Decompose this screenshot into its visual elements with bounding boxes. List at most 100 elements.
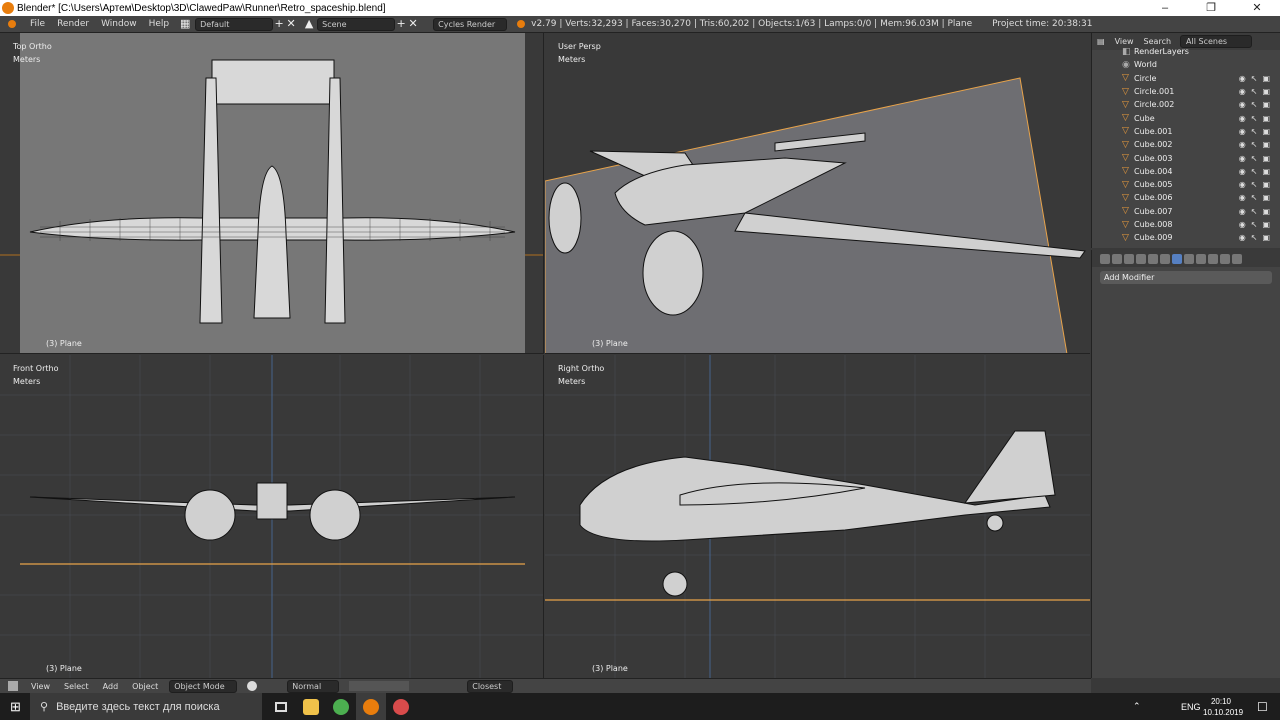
material-tab-icon[interactable] [1196, 253, 1206, 264]
renderable-camera-icon[interactable]: ▣ [1262, 127, 1270, 136]
modifiers-tab-icon[interactable] [1172, 253, 1182, 264]
selectable-cursor-icon[interactable]: ↖ [1251, 100, 1258, 109]
renderable-camera-icon[interactable]: ▣ [1262, 220, 1270, 229]
bottom-object-menu[interactable]: Object [125, 682, 165, 691]
visibility-eye-icon[interactable]: ◉ [1239, 154, 1246, 163]
snap-target-select[interactable]: Closest [467, 679, 514, 693]
object-tab-icon[interactable] [1148, 253, 1158, 264]
task-view-icon[interactable] [266, 693, 296, 720]
renderable-camera-icon[interactable]: ▣ [1262, 193, 1270, 202]
render-engine-select[interactable]: Cycles Render [433, 17, 508, 31]
selectable-cursor-icon[interactable]: ↖ [1251, 87, 1258, 96]
outliner-row-object[interactable]: ▽ Cube ◉ ↖ ▣ [1092, 111, 1280, 124]
outliner-row-object[interactable]: ▽ Circle.002 ◉ ↖ ▣ [1092, 98, 1280, 111]
start-icon[interactable]: ⊞ [10, 699, 21, 715]
remove-scene-icon[interactable]: ✕ [407, 18, 419, 30]
viewport-user-persp[interactable]: User Persp Meters (3) Plane [545, 33, 1090, 354]
maximize-button[interactable]: ❐ [1188, 0, 1234, 16]
minimize-button[interactable]: – [1142, 0, 1188, 16]
screen-layout-field[interactable]: Default [195, 17, 274, 31]
menu-file[interactable]: File [24, 19, 51, 29]
visibility-eye-icon[interactable]: ◉ [1239, 87, 1246, 96]
render-tab-icon[interactable] [1100, 253, 1110, 264]
remove-layout-icon[interactable]: ✕ [285, 18, 297, 30]
interaction-mode-select[interactable]: Object Mode [169, 679, 238, 693]
menu-window[interactable]: Window [95, 19, 143, 29]
file-explorer-icon[interactable] [296, 693, 326, 720]
world-tab-icon[interactable] [1136, 253, 1146, 264]
visibility-eye-icon[interactable]: ◉ [1239, 220, 1246, 229]
visibility-eye-icon[interactable]: ◉ [1239, 100, 1246, 109]
outliner-row-object[interactable]: ▽ Cube.001 ◉ ↖ ▣ [1092, 125, 1280, 138]
texture-tab-icon[interactable] [1208, 253, 1218, 264]
tray-chevron-icon[interactable]: ⌃ [1133, 701, 1141, 712]
renderable-camera-icon[interactable]: ▣ [1262, 180, 1270, 189]
visibility-eye-icon[interactable]: ◉ [1239, 114, 1246, 123]
renderable-camera-icon[interactable]: ▣ [1262, 114, 1270, 123]
outliner-row-object[interactable]: ▽ Cube.004 ◉ ↖ ▣ [1092, 165, 1280, 178]
visibility-eye-icon[interactable]: ◉ [1239, 74, 1246, 83]
renderable-camera-icon[interactable]: ▣ [1262, 207, 1270, 216]
viewport-front-ortho[interactable]: Front Ortho Meters (3) Plane [0, 355, 544, 678]
renderable-camera-icon[interactable]: ▣ [1262, 233, 1270, 242]
selectable-cursor-icon[interactable]: ↖ [1251, 114, 1258, 123]
layer-buttons[interactable] [349, 681, 410, 691]
info-editor-icon[interactable] [8, 20, 16, 28]
visibility-eye-icon[interactable]: ◉ [1239, 140, 1246, 149]
renderable-camera-icon[interactable]: ▣ [1262, 74, 1270, 83]
app-taskbar-icon[interactable] [386, 693, 416, 720]
particles-tab-icon[interactable] [1220, 253, 1230, 264]
visibility-eye-icon[interactable]: ◉ [1239, 207, 1246, 216]
visibility-eye-icon[interactable]: ◉ [1239, 127, 1246, 136]
outliner-row-renderlayers[interactable]: ◧ RenderLayers [1092, 45, 1280, 58]
bottom-view-menu[interactable]: View [24, 682, 57, 691]
outliner-row-object[interactable]: ▽ Cube.003 ◉ ↖ ▣ [1092, 151, 1280, 164]
outliner-row-object[interactable]: ▽ Circle ◉ ↖ ▣ [1092, 72, 1280, 85]
selectable-cursor-icon[interactable]: ↖ [1251, 220, 1258, 229]
clock[interactable]: 20:10 10.10.2019 [1203, 696, 1243, 718]
outliner-row-object[interactable]: ▽ Cube.007 ◉ ↖ ▣ [1092, 205, 1280, 218]
renderable-camera-icon[interactable]: ▣ [1262, 100, 1270, 109]
renderable-camera-icon[interactable]: ▣ [1262, 140, 1270, 149]
layers-tab-icon[interactable] [1112, 253, 1122, 264]
data-tab-icon[interactable] [1184, 253, 1194, 264]
outliner-row-object[interactable]: ▽ Cube.002 ◉ ↖ ▣ [1092, 138, 1280, 151]
outliner-row-object[interactable]: ▽ Circle.001 ◉ ↖ ▣ [1092, 85, 1280, 98]
menu-render[interactable]: Render [51, 19, 95, 29]
selectable-cursor-icon[interactable]: ↖ [1251, 233, 1258, 242]
outliner-row-object[interactable]: ▽ Cube.009 ◉ ↖ ▣ [1092, 231, 1280, 244]
visibility-eye-icon[interactable]: ◉ [1239, 233, 1246, 242]
selectable-cursor-icon[interactable]: ↖ [1251, 127, 1258, 136]
blender-taskbar-icon[interactable] [356, 693, 386, 720]
scene-field[interactable]: Scene [317, 17, 396, 31]
bottom-add-menu[interactable]: Add [96, 682, 126, 691]
selectable-cursor-icon[interactable]: ↖ [1251, 193, 1258, 202]
bottom-select-menu[interactable]: Select [57, 682, 96, 691]
visibility-eye-icon[interactable]: ◉ [1239, 193, 1246, 202]
outliner-row-object[interactable]: ▽ Cube.005 ◉ ↖ ▣ [1092, 178, 1280, 191]
chrome-icon[interactable] [326, 693, 356, 720]
menu-help[interactable]: Help [143, 19, 176, 29]
close-button[interactable]: ✕ [1234, 0, 1280, 16]
add-layout-icon[interactable]: + [273, 18, 285, 30]
visibility-eye-icon[interactable]: ◉ [1239, 167, 1246, 176]
selectable-cursor-icon[interactable]: ↖ [1251, 167, 1258, 176]
add-modifier-button[interactable]: Add Modifier [1100, 271, 1272, 284]
renderable-camera-icon[interactable]: ▣ [1262, 87, 1270, 96]
viewport-shading-icon[interactable] [247, 681, 258, 691]
scene-tab-icon[interactable] [1124, 253, 1134, 264]
selectable-cursor-icon[interactable]: ↖ [1251, 207, 1258, 216]
notifications-icon[interactable]: ☐ [1257, 700, 1268, 714]
physics-tab-icon[interactable] [1232, 253, 1242, 264]
viewport-top-ortho[interactable]: Top Ortho Meters (3) Plane [0, 33, 544, 354]
transform-orientation-select[interactable]: Normal [287, 679, 340, 693]
constraints-tab-icon[interactable] [1160, 253, 1170, 264]
language-indicator[interactable]: ENG [1181, 702, 1201, 712]
viewport-right-ortho[interactable]: Right Ortho Meters (3) Plane [545, 355, 1090, 678]
visibility-eye-icon[interactable]: ◉ [1239, 180, 1246, 189]
outliner-row-object[interactable]: ▽ Cube.006 ◉ ↖ ▣ [1092, 191, 1280, 204]
taskbar-search[interactable]: ⚲ Введите здесь текст для поиска [30, 693, 262, 720]
outliner-row-world[interactable]: ◉ World [1092, 58, 1280, 71]
renderable-camera-icon[interactable]: ▣ [1262, 167, 1270, 176]
selectable-cursor-icon[interactable]: ↖ [1251, 74, 1258, 83]
